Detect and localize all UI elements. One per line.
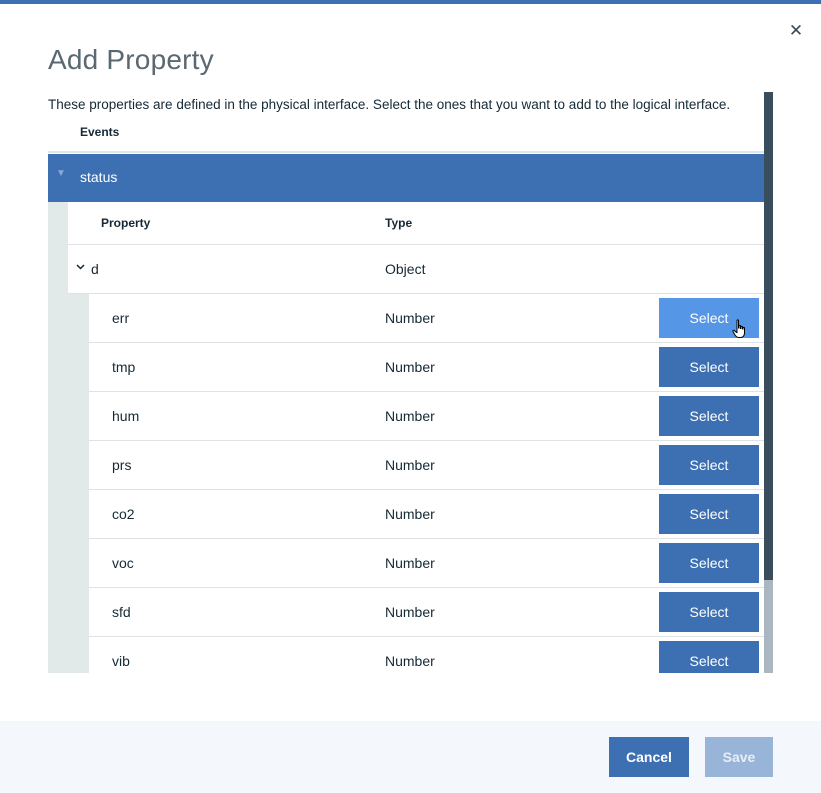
- parent-type: Object: [385, 261, 426, 277]
- scrollbar-thumb[interactable]: [764, 92, 773, 580]
- save-button[interactable]: Save: [705, 737, 773, 777]
- table-row: vib Number Select: [89, 637, 764, 673]
- property-list: err Number Select tmp Number Select hum Number S…: [89, 294, 764, 673]
- property-name: vib: [112, 653, 130, 669]
- divider: [48, 151, 764, 153]
- properties-scroll-area[interactable]: Events ▼ status Property Type d Object e…: [48, 92, 773, 673]
- table-row: hum Number Select: [89, 392, 764, 441]
- table-row: voc Number Select: [89, 539, 764, 588]
- property-type: Number: [385, 653, 435, 669]
- property-name: sfd: [112, 604, 131, 620]
- dialog-footer: Cancel Save: [0, 721, 821, 793]
- table-row: tmp Number Select: [89, 343, 764, 392]
- events-label: Events: [80, 125, 120, 139]
- column-header-property: Property: [101, 216, 151, 230]
- property-type: Number: [385, 555, 435, 571]
- select-button[interactable]: Select: [659, 445, 759, 485]
- status-group-header[interactable]: ▼ status: [48, 154, 764, 202]
- table-row: err Number Select: [89, 294, 764, 343]
- select-button[interactable]: Select: [659, 298, 759, 338]
- property-name: co2: [112, 506, 135, 522]
- parent-row-d[interactable]: d Object: [68, 245, 764, 294]
- top-accent-bar: [0, 0, 821, 4]
- table-row: sfd Number Select: [89, 588, 764, 637]
- indent-strip-nested: [68, 293, 89, 673]
- property-type: Number: [385, 604, 435, 620]
- property-name: prs: [112, 457, 132, 473]
- close-icon[interactable]: ✕: [786, 21, 806, 41]
- select-button[interactable]: Select: [659, 347, 759, 387]
- property-name: voc: [112, 555, 134, 571]
- parent-name: d: [91, 261, 99, 277]
- chevron-down-icon[interactable]: [76, 261, 85, 273]
- select-button[interactable]: Select: [659, 543, 759, 583]
- table-header: Property Type: [68, 202, 764, 245]
- property-type: Number: [385, 457, 435, 473]
- status-group-label: status: [80, 169, 118, 185]
- table-row: co2 Number Select: [89, 490, 764, 539]
- property-type: Number: [385, 359, 435, 375]
- property-type: Number: [385, 310, 435, 326]
- property-name: hum: [112, 408, 140, 424]
- dialog-description: These properties are defined in the phys…: [48, 97, 731, 112]
- select-button[interactable]: Select: [659, 494, 759, 534]
- property-name: tmp: [112, 359, 136, 375]
- select-button[interactable]: Select: [659, 592, 759, 632]
- property-name: err: [112, 310, 130, 326]
- indent-strip: [48, 202, 68, 673]
- cancel-button[interactable]: Cancel: [609, 737, 689, 777]
- column-header-type: Type: [385, 216, 413, 230]
- property-type: Number: [385, 506, 435, 522]
- property-type: Number: [385, 408, 435, 424]
- chevron-down-icon: ▼: [56, 168, 66, 179]
- table-row: prs Number Select: [89, 441, 764, 490]
- select-button[interactable]: Select: [659, 396, 759, 436]
- dialog-title: Add Property: [48, 44, 214, 75]
- select-button[interactable]: Select: [659, 641, 759, 673]
